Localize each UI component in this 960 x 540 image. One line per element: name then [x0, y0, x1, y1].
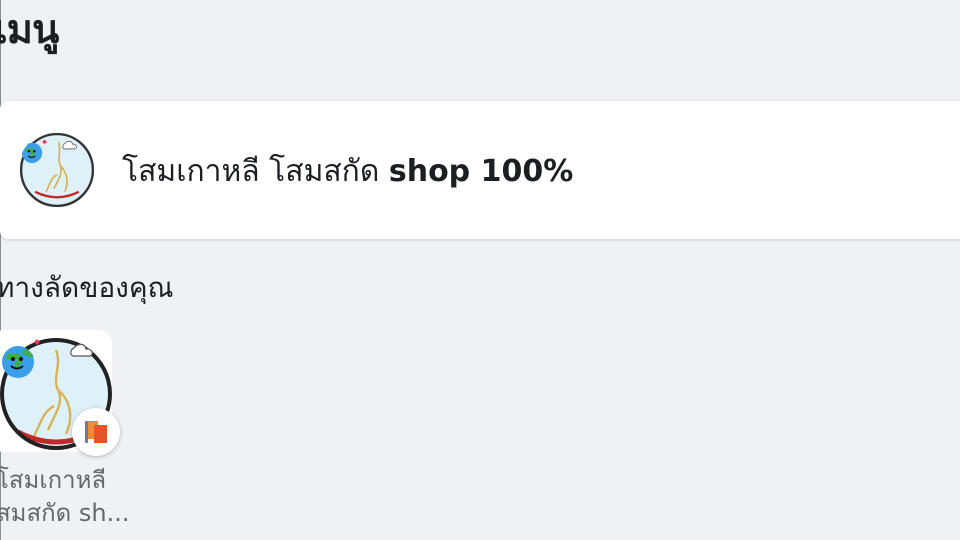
page-flag-icon — [85, 421, 107, 443]
shortcut-label-line1: โสมเกาหลี — [0, 466, 107, 494]
profile-name-bold: shop 100% — [388, 154, 574, 189]
profile-avatar[interactable] — [18, 131, 96, 209]
korea-red-ginseng-logo-icon — [19, 132, 95, 208]
profile-card[interactable]: โสมเกาหลี โสมสกัด shop 100% — [0, 101, 960, 239]
profile-name[interactable]: โสมเกาหลี โสมสกัด shop 100% — [122, 152, 573, 192]
page-badge — [72, 408, 120, 456]
page-title: เมนู — [0, 7, 59, 53]
shortcuts-section-title: ทางลัดของคุณ — [0, 271, 174, 304]
profile-name-thai: โสมเกาหลี โสมสกัด — [122, 154, 389, 189]
shortcut-label[interactable]: โสมเกาหลี สมสกัด sh... — [0, 464, 136, 530]
shortcut-label-line2: สมสกัด sh... — [0, 499, 130, 527]
